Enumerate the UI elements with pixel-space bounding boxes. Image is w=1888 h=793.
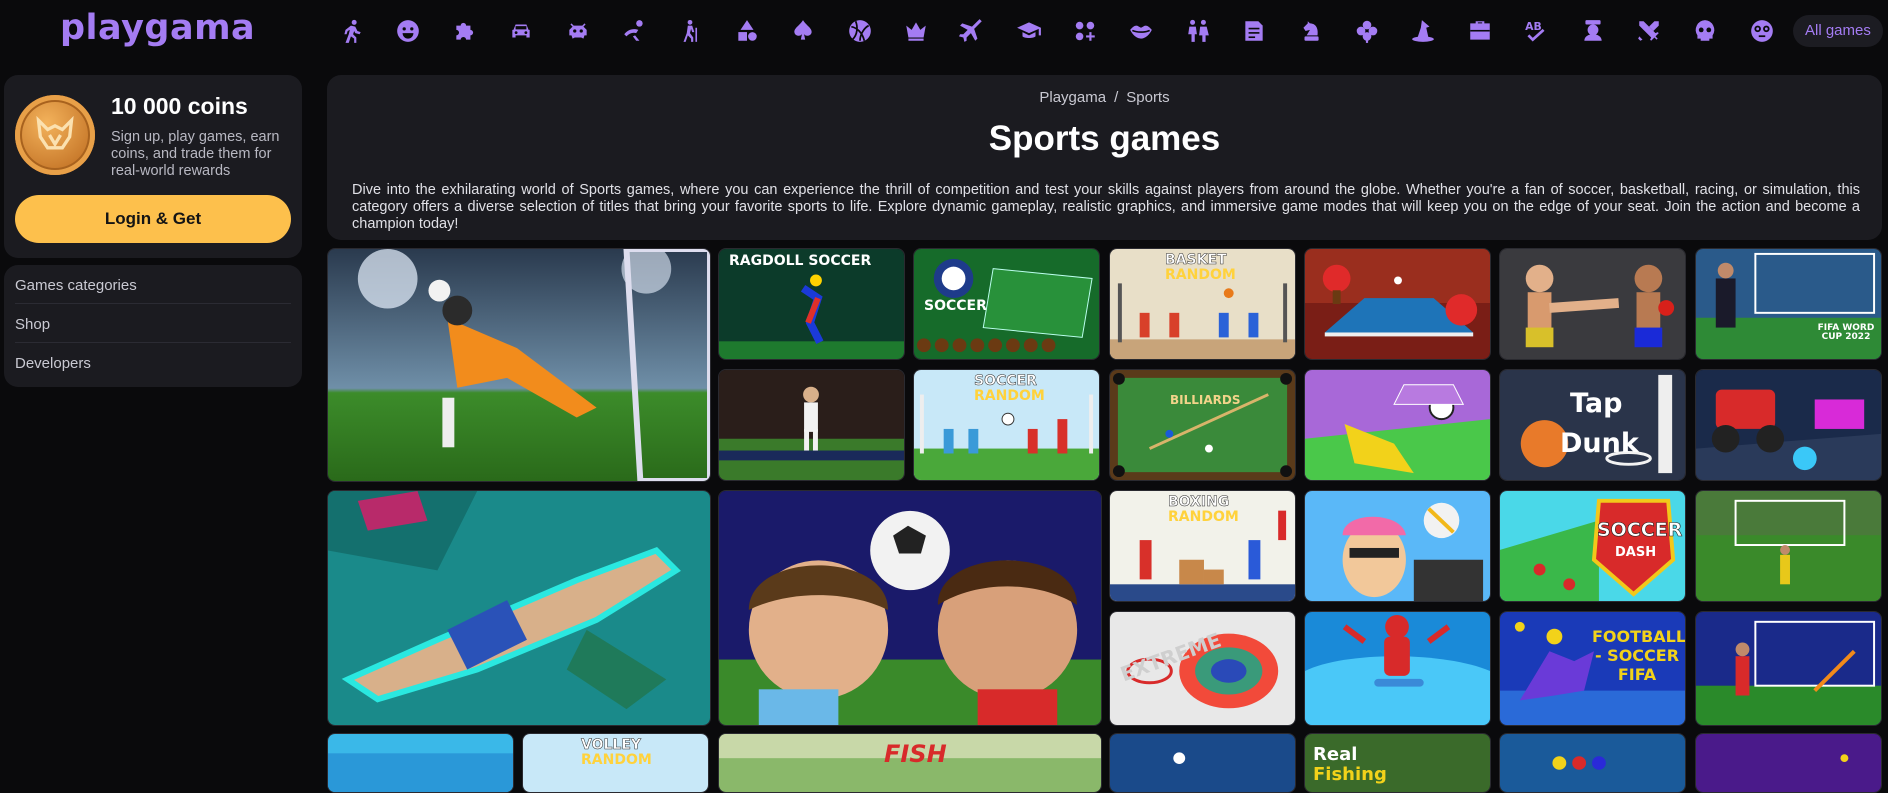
game-tile-water-slide[interactable] <box>1304 611 1491 726</box>
game-tile-football-soccer-fifa[interactable]: FOOTBALL - SOCCER FIFA <box>1499 611 1686 726</box>
game-tile-beach-volley[interactable] <box>1304 490 1491 602</box>
tile-subtitle: RANDOM <box>581 752 652 768</box>
game-tile-soccer-stadium[interactable] <box>718 369 905 481</box>
game-tile-ping-pong[interactable] <box>1304 248 1491 360</box>
sidebar-item-shop[interactable]: Shop <box>15 304 291 343</box>
category-icon-bar: AB <box>334 13 1780 49</box>
game-tile-fifa-world-cup[interactable]: FIFA WORD CUP 2022 <box>1695 248 1882 360</box>
tile-subtitle: Fishing <box>1313 764 1387 785</box>
game-tile-monster-truck[interactable] <box>1695 369 1882 481</box>
coins-title: 10 000 coins <box>111 93 248 119</box>
game-tile-billiards[interactable]: BILLIARDS <box>1109 369 1296 481</box>
tile-title: FOOTBALL - SOCCER FIFA <box>1592 627 1686 685</box>
coin-icon <box>15 95 95 175</box>
game-tile-8-ball[interactable] <box>1499 733 1686 793</box>
game-tile-tap-dunk[interactable]: Tap Dunk <box>1499 369 1686 481</box>
tile-title: Real <box>1313 744 1358 765</box>
tile-subtitle: DASH <box>1615 545 1657 560</box>
plane-icon[interactable] <box>954 13 990 49</box>
bear-icon[interactable] <box>1575 13 1611 49</box>
game-tile-space-sports[interactable] <box>1695 733 1882 793</box>
car-icon[interactable] <box>503 13 539 49</box>
tile-title: FIFA WORD CUP 2022 <box>1817 323 1875 342</box>
game-tile-ragdoll-soccer[interactable]: RAGDOLL SOCCER <box>718 248 905 360</box>
game-tile-volley-random[interactable]: VOLLEY RANDOM <box>522 733 709 793</box>
crown-icon[interactable] <box>898 13 934 49</box>
game-tile-real-fishing[interactable]: Real Fishing <box>1304 733 1491 793</box>
breadcrumb-separator: / <box>1114 89 1119 106</box>
puzzle-icon[interactable] <box>447 13 483 49</box>
game-tile-boxing-random[interactable]: BOXING RANDOM <box>1109 490 1296 602</box>
tile-title: BOXING <box>1168 494 1230 510</box>
game-tile-water-race[interactable] <box>327 733 514 793</box>
sidebar-nav: Games categories Shop Developers <box>4 265 302 387</box>
tile-subtitle: Dunk <box>1560 428 1639 459</box>
game-tile-free-kick[interactable] <box>1695 611 1882 726</box>
tile-title: Tap <box>1570 388 1623 419</box>
game-tile-head-soccer[interactable] <box>718 490 1102 726</box>
game-tile-finger-soccer[interactable]: SOCCER <box>913 248 1100 360</box>
tile-subtitle: RANDOM <box>974 388 1045 404</box>
notes-icon[interactable] <box>1236 13 1272 49</box>
game-tile-basket-random[interactable]: BASKET RANDOM <box>1109 248 1296 360</box>
playgama-logo[interactable]: playgama <box>60 8 255 48</box>
alien-icon[interactable] <box>560 13 596 49</box>
tile-subtitle: RANDOM <box>1165 267 1236 283</box>
breadcrumb-sports[interactable]: Sports <box>1126 89 1169 106</box>
all-games-button[interactable]: All games <box>1793 15 1883 47</box>
game-tile-goalkeeper[interactable] <box>327 248 711 482</box>
skull-icon[interactable] <box>1687 13 1723 49</box>
tile-title: SOCCER <box>974 373 1037 389</box>
game-tile-fish[interactable]: FISH <box>718 733 1102 793</box>
category-header: Playgama / Sports Sports games Dive into t… <box>327 75 1882 240</box>
lips-icon[interactable] <box>1123 13 1159 49</box>
sidebar-item-developers[interactable]: Developers <box>15 343 291 382</box>
top-bar: playgama AB All games <box>0 0 1888 62</box>
graduation-cap-icon[interactable] <box>1011 13 1047 49</box>
tile-title: VOLLEY <box>581 737 642 753</box>
shapes-icon[interactable] <box>729 13 765 49</box>
breadcrumb: Playgama / Sports <box>327 89 1882 106</box>
chess-knight-icon[interactable] <box>1293 13 1329 49</box>
tile-title: RAGDOLL SOCCER <box>729 253 872 269</box>
coins-promo-card: 10 000 coins Sign up, play games, earn c… <box>4 75 302 258</box>
hiker-icon[interactable] <box>672 13 708 49</box>
game-tile-soccer-random[interactable]: SOCCER RANDOM <box>913 369 1100 481</box>
witch-hat-icon[interactable] <box>1405 13 1441 49</box>
tile-title: SOCCER <box>1597 519 1683 541</box>
smile-icon[interactable] <box>390 13 426 49</box>
tile-title: BASKET <box>1165 252 1227 268</box>
briefcase-icon[interactable] <box>1462 13 1498 49</box>
tile-subtitle: RANDOM <box>1168 509 1239 525</box>
runner-icon[interactable] <box>334 13 370 49</box>
word-icon[interactable]: AB <box>1518 13 1554 49</box>
game-tile-soccer-dash[interactable]: SOCCER DASH <box>1499 490 1686 602</box>
tile-title: FISH <box>884 740 947 768</box>
ball-icon[interactable] <box>842 13 878 49</box>
tile-title: BILLIARDS <box>1170 393 1241 407</box>
category-description: Dive into the exhilarating world of Spor… <box>352 182 1860 232</box>
game-tile-car-soccer[interactable] <box>1304 369 1491 481</box>
game-tile-kickboxing[interactable] <box>1499 248 1686 360</box>
couple-icon[interactable] <box>1180 13 1216 49</box>
game-tile-swimming[interactable] <box>327 490 711 726</box>
tile-title: SOCCER <box>924 298 987 314</box>
page-title: Sports games <box>988 119 1221 158</box>
clover-icon[interactable] <box>1349 13 1385 49</box>
shooter-icon[interactable] <box>616 13 652 49</box>
svg-text:AB: AB <box>1525 20 1542 33</box>
swords-icon[interactable] <box>1631 13 1667 49</box>
game-tile-pool[interactable] <box>1109 733 1296 793</box>
game-tile-extreme-trampoline[interactable]: EXTREME <box>1109 611 1296 726</box>
sidebar-item-games-categories[interactable]: Games categories <box>15 265 291 304</box>
spade-icon[interactable] <box>785 13 821 49</box>
breadcrumb-playgama[interactable]: Playgama <box>1039 89 1106 106</box>
login-button[interactable]: Login & Get <box>15 195 291 243</box>
coins-description: Sign up, play games, earn coins, and tra… <box>111 129 280 179</box>
face-icon[interactable] <box>1744 13 1780 49</box>
game-tile-penalty-kick[interactable] <box>1695 490 1882 602</box>
dots-plus-icon[interactable] <box>1067 13 1103 49</box>
